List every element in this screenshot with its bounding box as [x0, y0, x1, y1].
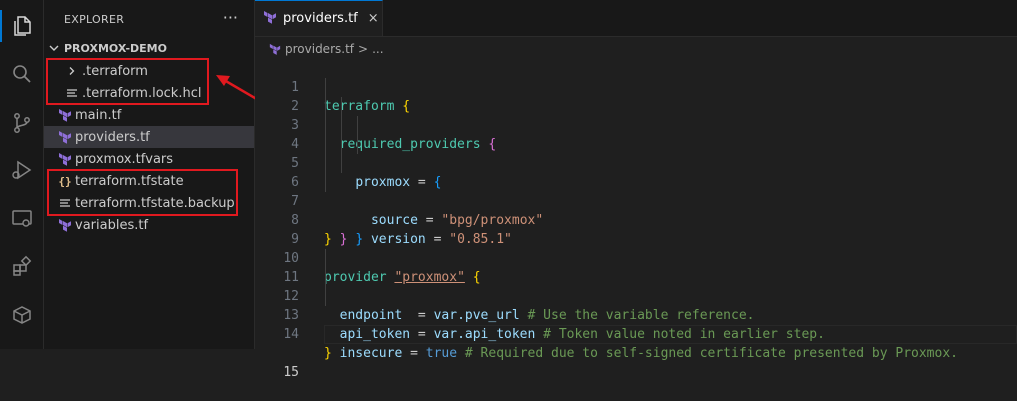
code-line: 11 endpoint = var.pve_url # Use the vari…: [255, 249, 1017, 323]
indent-guide: [341, 97, 342, 116]
indent-guide: [341, 135, 342, 154]
breadcrumb-more[interactable]: ...: [372, 42, 383, 56]
terraform-icon: [263, 10, 277, 28]
code-token: insecure: [339, 346, 403, 361]
code-area[interactable]: 1 terraform { 2 required_providers { 3 p…: [255, 59, 1017, 380]
indent-guide: [325, 154, 326, 173]
indent-guide: [325, 249, 326, 268]
line-number: 15: [283, 365, 299, 380]
breadcrumb-separator: >: [358, 42, 369, 56]
highlight-box-terraform-files: [46, 58, 209, 105]
code-token: true: [425, 346, 458, 361]
code-line: 14 }: [255, 306, 1017, 361]
code-line: 4 source = "bpg/proxmox": [255, 116, 1017, 228]
indent-guide: [325, 97, 326, 116]
tree-item-label: proxmox.tfvars: [75, 151, 174, 167]
code-line: 9: [255, 211, 1017, 247]
package-icon[interactable]: [0, 295, 43, 335]
explorer-sidebar: EXPLORER ··· PROXMOX-DEMO .terraform .te…: [44, 0, 255, 349]
indent-guide: [325, 116, 326, 135]
code-comment: # Required due to self-signed certificat…: [464, 346, 958, 361]
terraform-icon: [57, 129, 73, 145]
terraform-icon: [57, 107, 73, 123]
terraform-icon: [57, 151, 73, 167]
tree-item-label: variables.tf: [75, 217, 149, 233]
code-token: }: [324, 346, 332, 361]
tree-item-providers-tf[interactable]: providers.tf: [44, 126, 254, 148]
code-line: 3 proxmox = {: [255, 97, 1017, 190]
indent-guide: [325, 78, 326, 97]
tab-providers-tf[interactable]: providers.tf ×: [255, 0, 383, 36]
tab-label: providers.tf: [283, 11, 358, 26]
tree-item-proxmox-tfvars[interactable]: proxmox.tfvars: [44, 148, 254, 170]
close-icon[interactable]: ×: [368, 11, 379, 26]
highlight-box-state-files: [47, 169, 238, 216]
indent-guide: [325, 135, 326, 154]
chevron-down-icon: [44, 42, 64, 54]
search-icon[interactable]: [0, 54, 43, 94]
tree-item-main-tf[interactable]: main.tf: [44, 104, 254, 126]
remote-explorer-icon[interactable]: [0, 198, 43, 238]
code-line: 5 version = "0.85.1": [255, 135, 1017, 247]
indent-guide: [325, 268, 326, 287]
tree-item-label: providers.tf: [75, 129, 150, 145]
indent-guide: [341, 116, 342, 135]
code-token: =: [402, 346, 426, 361]
code-line: 8 }: [255, 192, 1017, 247]
breadcrumb: providers.tf > ...: [269, 38, 384, 60]
code-line: 10 provider "proxmox" {: [255, 230, 1017, 285]
terraform-icon: [57, 217, 73, 233]
source-control-icon[interactable]: [0, 103, 43, 143]
files-icon[interactable]: [0, 6, 43, 46]
indent-guide: [357, 116, 358, 135]
code-line: 13 insecure = true # Required due to sel…: [255, 287, 1017, 361]
run-debug-icon[interactable]: [0, 150, 43, 190]
code-line-current: 15: [255, 325, 1017, 380]
code-line: 2 required_providers {: [255, 78, 1017, 152]
activity-bar: [0, 0, 44, 349]
indent-guide: [357, 135, 358, 154]
explorer-title: EXPLORER: [64, 13, 125, 26]
code-line: 12 api_token = var.api_token # Token val…: [255, 268, 1017, 342]
extensions-icon[interactable]: [0, 247, 43, 287]
indent-guide: [341, 154, 342, 173]
tree-item-variables-tf[interactable]: variables.tf: [44, 214, 254, 236]
folder-header[interactable]: PROXMOX-DEMO: [44, 38, 254, 58]
tab-bar: providers.tf ×: [255, 0, 1017, 37]
current-line-highlight: [324, 325, 1017, 344]
code-line: 1 terraform {: [255, 59, 1017, 114]
folder-name: PROXMOX-DEMO: [64, 41, 167, 55]
more-actions-icon[interactable]: ···: [223, 8, 238, 27]
tree-item-label: main.tf: [75, 107, 122, 123]
indent-guide: [325, 173, 326, 192]
code-line: 7 }: [255, 173, 1017, 247]
breadcrumb-file[interactable]: providers.tf: [285, 42, 354, 56]
code-line: 6 }: [255, 154, 1017, 247]
terraform-icon: [269, 43, 281, 55]
editor: providers.tf × providers.tf > ... 1 terr…: [255, 0, 1017, 380]
indent-guide: [325, 287, 326, 306]
